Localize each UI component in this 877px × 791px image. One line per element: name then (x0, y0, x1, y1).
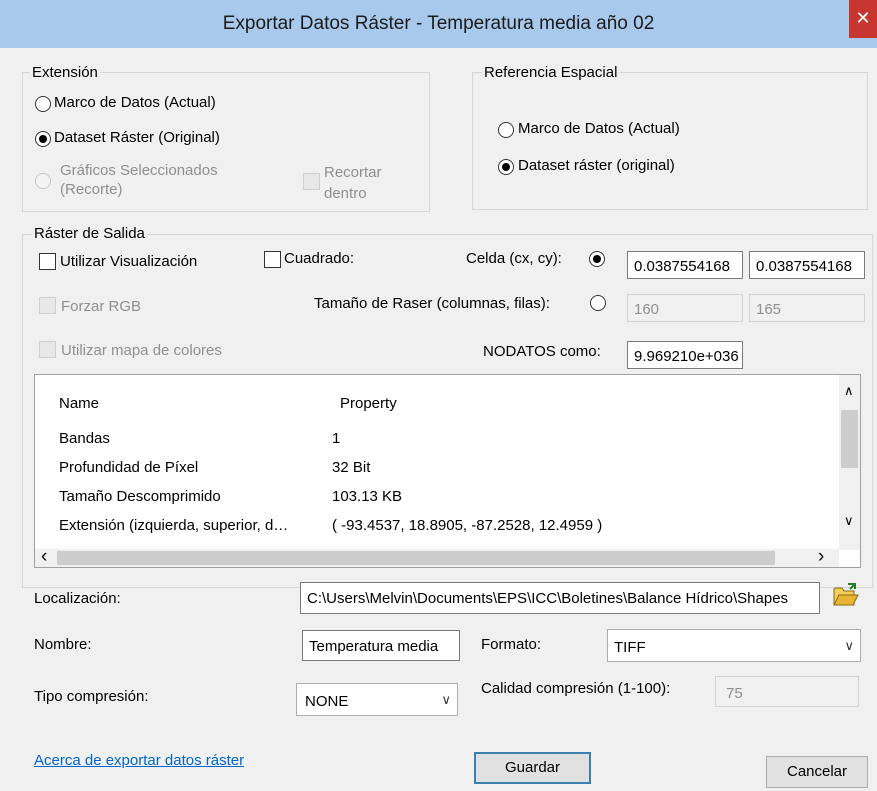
list-item-value[interactable]: 103.13 KB (332, 488, 402, 505)
forzar-rgb-label: Forzar RGB (61, 298, 142, 315)
tamano-raster-radio[interactable] (590, 295, 606, 311)
nodatos-field[interactable]: 9.969210e+036 (627, 341, 743, 369)
chevron-down-icon: ∨ (441, 692, 451, 707)
extension-dataset-radio[interactable] (35, 131, 51, 147)
list-item-value[interactable]: ( -93.4537, 18.8905, -87.2528, 12.4959 ) (332, 517, 602, 534)
cancelar-button[interactable]: Cancelar (766, 756, 868, 788)
column-header-property[interactable]: Property (340, 395, 397, 412)
mapa-colores-checkbox (39, 341, 56, 358)
spatial-ref-dataset-radio[interactable] (498, 159, 514, 175)
output-legend: Ráster de Salida (32, 225, 147, 242)
nombre-label: Nombre: (34, 636, 92, 653)
cuadrado-checkbox[interactable] (264, 251, 281, 268)
utilizar-visualizacion-checkbox[interactable] (39, 253, 56, 270)
filas-field: 165 (749, 294, 865, 322)
tipo-compresion-selected-value: NONE (305, 693, 349, 710)
tipo-compresion-select[interactable]: NONE ∨ (296, 683, 458, 716)
formato-select[interactable]: TIFF ∨ (607, 629, 861, 662)
extension-graficos-label-2: (Recorte) (60, 181, 123, 198)
recortar-label-1: Recortar (324, 164, 382, 181)
horizontal-scrollbar[interactable]: ‹ › (35, 546, 839, 568)
formato-label: Formato: (481, 636, 542, 653)
spatial-ref-dataset-label[interactable]: Dataset ráster (original) (518, 157, 675, 174)
spatial-ref-marco-label[interactable]: Marco de Datos (Actual) (518, 120, 680, 137)
cuadrado-label[interactable]: Cuadrado: (284, 250, 354, 267)
list-item-value[interactable]: 32 Bit (332, 459, 370, 476)
localizacion-label: Localización: (34, 590, 121, 607)
columnas-field: 160 (627, 294, 743, 322)
celda-label[interactable]: Celda (cx, cy): (466, 250, 562, 267)
celda-radio[interactable] (589, 251, 605, 267)
scroll-up-icon[interactable]: ∧ (844, 383, 854, 399)
spatial-ref-group (472, 72, 868, 210)
extension-graficos-radio (35, 173, 51, 189)
calidad-compresion-field: 75 (715, 676, 859, 707)
list-item-name[interactable]: Extensión (izquierda, superior, d… (59, 517, 288, 534)
scroll-left-icon[interactable]: ‹ (41, 546, 47, 568)
acerca-link[interactable]: Acerca de exportar datos ráster (34, 752, 244, 769)
list-item-name[interactable]: Tamaño Descomprimido (59, 488, 221, 505)
celda-cx-field[interactable]: 0.0387554168 (627, 251, 743, 279)
extension-graficos-label-1: Gráficos Seleccionados (60, 162, 218, 179)
extension-dataset-label[interactable]: Dataset Ráster (Original) (54, 129, 220, 146)
chevron-down-icon: ∨ (844, 638, 854, 653)
extension-marco-radio[interactable] (35, 96, 51, 112)
utilizar-visualizacion-label[interactable]: Utilizar Visualización (60, 253, 197, 270)
list-item-value[interactable]: 1 (332, 430, 340, 447)
extension-legend: Extensión (30, 64, 100, 81)
list-item-name[interactable]: Profundidad de Píxel (59, 459, 198, 476)
window-title: Exportar Datos Ráster - Temperatura medi… (222, 13, 655, 34)
scroll-thumb-horizontal[interactable] (57, 551, 775, 565)
tipo-compresion-label: Tipo compresión: (34, 688, 149, 705)
spatial-ref-legend: Referencia Espacial (482, 64, 620, 81)
extension-marco-label[interactable]: Marco de Datos (Actual) (54, 94, 216, 111)
vertical-scrollbar[interactable]: ∧ ∨ (839, 375, 860, 550)
nombre-field[interactable]: Temperatura media (302, 630, 460, 661)
folder-open-icon[interactable] (831, 582, 859, 608)
formato-selected-value: TIFF (614, 639, 646, 656)
title-bar: Exportar Datos Ráster - Temperatura medi… (0, 0, 877, 48)
list-item-name[interactable]: Bandas (59, 430, 110, 447)
tamano-raster-label[interactable]: Tamaño de Raser (columnas, filas): (314, 295, 550, 312)
close-icon[interactable]: ✕ (849, 0, 877, 38)
properties-list[interactable]: Name Property Bandas 1 Profundidad de Pí… (34, 374, 861, 568)
recortar-label-2: dentro (324, 185, 367, 202)
spatial-ref-marco-radio[interactable] (498, 122, 514, 138)
scroll-thumb-vertical[interactable] (841, 410, 858, 468)
scroll-down-icon[interactable]: ∨ (844, 513, 854, 529)
calidad-compresion-label: Calidad compresión (1-100): (481, 680, 671, 697)
mapa-colores-label: Utilizar mapa de colores (61, 342, 222, 359)
nodatos-label: NODATOS como: (483, 343, 601, 360)
column-header-name[interactable]: Name (59, 395, 99, 412)
scroll-right-icon[interactable]: › (818, 546, 824, 568)
forzar-rgb-checkbox (39, 297, 56, 314)
recortar-dentro-checkbox (303, 173, 320, 190)
guardar-button[interactable]: Guardar (474, 752, 591, 784)
celda-cy-field[interactable]: 0.0387554168 (749, 251, 865, 279)
localizacion-field[interactable]: C:\Users\Melvin\Documents\EPS\ICC\Boleti… (300, 582, 820, 614)
